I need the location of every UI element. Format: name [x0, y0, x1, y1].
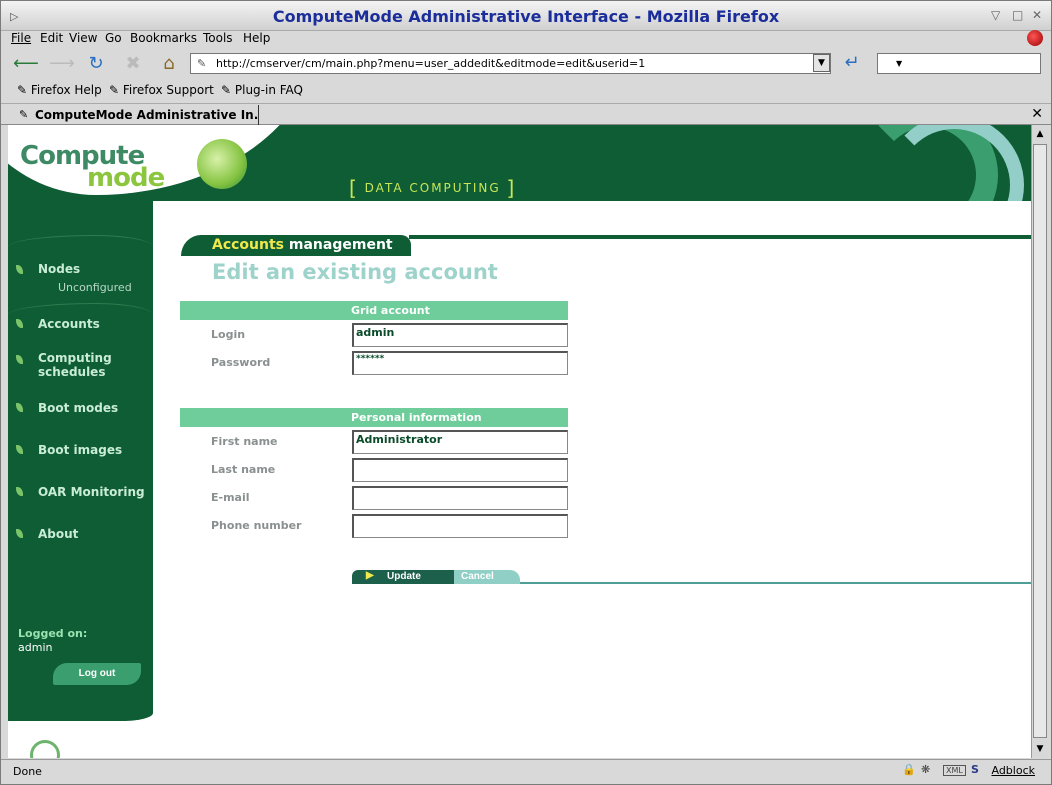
menu-file[interactable]: File — [11, 31, 31, 45]
computing-leaf-icon — [16, 355, 23, 364]
menu-view[interactable]: View — [69, 31, 97, 45]
navigation-toolbar: ⟵ ⟶ ↻ ✖ ⌂ ✎ http://cmserver/cm/main.php?… — [1, 50, 1051, 78]
sidebar-item-nodes[interactable]: Nodes — [38, 262, 80, 276]
home-icon[interactable]: ⌂ — [157, 52, 181, 76]
close-window-icon[interactable]: ✕ — [1032, 8, 1042, 22]
section-header: Accounts management — [181, 235, 1031, 256]
firefox-throbber-icon — [1027, 30, 1043, 46]
phone-field[interactable] — [352, 514, 568, 538]
last-name-field[interactable] — [352, 458, 568, 482]
last-name-label: Last name — [211, 463, 276, 476]
sidebar-item-boot-images[interactable]: Boot images — [38, 443, 122, 457]
sidebar-item-about[interactable]: About — [38, 527, 78, 541]
main-content: Accounts management Edit an existing acc… — [153, 201, 1031, 758]
plugin-icon: ❋ — [921, 763, 931, 776]
bootmodes-leaf-icon — [16, 403, 23, 412]
window-title: ComputeMode Administrative Interface - M… — [272, 7, 780, 26]
menu-tools[interactable]: Tools — [203, 31, 233, 45]
back-icon[interactable]: ⟵ — [13, 52, 39, 76]
bookmark-firefox-help[interactable]: ✎ Firefox Help — [17, 83, 102, 97]
email-label: E-mail — [211, 491, 250, 504]
first-name-label: First name — [211, 435, 278, 448]
address-dropdown-icon[interactable]: ▼ — [813, 54, 830, 72]
page-viewport: Compute mode [ DATA COMPUTING ] Nodes Un… — [8, 125, 1031, 758]
page-title: Edit an existing account — [212, 260, 498, 284]
search-input[interactable]: ▼ — [877, 53, 1041, 74]
password-field[interactable]: ****** — [352, 351, 568, 375]
personal-info-header: Personal information — [180, 408, 568, 427]
page-icon: ✎ — [197, 57, 207, 70]
adblock-link[interactable]: Adblock — [991, 764, 1035, 777]
tab-page-icon: ✎ — [19, 108, 29, 121]
form-button-bar: Cancel ▶ Update — [352, 570, 1031, 584]
go-icon[interactable]: ↵ — [839, 52, 865, 76]
sidebar-item-schedules[interactable]: schedules — [38, 365, 105, 379]
email-field[interactable] — [352, 486, 568, 510]
stop-icon[interactable]: ✖ — [121, 52, 145, 76]
logged-on-label: Logged on: — [18, 627, 88, 640]
first-name-field[interactable]: Administrator — [352, 430, 568, 454]
status-bar: Done 🔒 ❋ XML S Adblock — [1, 759, 1051, 784]
s-icon: S — [971, 763, 979, 776]
menu-edit[interactable]: Edit — [40, 31, 63, 45]
close-tab-icon[interactable]: ✕ — [1031, 106, 1043, 122]
title-bar: ▷ ComputeMode Administrative Interface -… — [1, 1, 1051, 31]
password-label: Password — [211, 356, 271, 369]
forward-icon[interactable]: ⟶ — [49, 52, 75, 76]
xml-icon: XML — [943, 765, 966, 776]
menu-go[interactable]: Go — [105, 31, 122, 45]
address-bar[interactable]: ✎ http://cmserver/cm/main.php?menu=user_… — [190, 53, 831, 74]
sidebar-item-unconfigured[interactable]: Unconfigured — [58, 281, 132, 295]
brand-mode: mode — [87, 163, 165, 193]
accounts-leaf-icon — [16, 319, 23, 328]
status-text: Done — [13, 765, 42, 778]
login-label: Login — [211, 328, 246, 341]
tab-bar: ✎ ComputeMode Administrative In... ✕ — [1, 103, 1051, 125]
menu-bookmarks[interactable]: Bookmarks — [130, 31, 197, 45]
about-leaf-icon — [16, 529, 23, 538]
bootimages-leaf-icon — [16, 445, 23, 454]
scroll-thumb[interactable] — [1033, 144, 1047, 738]
sidebar-item-oar-monitoring[interactable]: OAR Monitoring — [38, 485, 145, 499]
update-button[interactable]: ▶ Update — [352, 570, 454, 584]
lock-icon: 🔒 — [902, 763, 916, 776]
search-engine-icon[interactable]: ▼ — [896, 59, 902, 68]
footer-logo-icon — [30, 740, 60, 758]
reload-icon[interactable]: ↻ — [84, 52, 108, 76]
site-header: Compute mode [ DATA COMPUTING ] — [8, 125, 1031, 255]
vertical-scrollbar[interactable]: ▲ ▼ — [1031, 125, 1048, 758]
scroll-up-icon[interactable]: ▲ — [1033, 126, 1047, 142]
oar-leaf-icon — [16, 487, 23, 496]
tab-computemode[interactable]: ✎ ComputeMode Administrative In... — [9, 105, 259, 125]
logged-user: admin — [18, 641, 53, 654]
login-field[interactable]: admin — [352, 323, 568, 347]
section-header-line — [409, 235, 1031, 239]
menu-bar: File Edit View Go Bookmarks Tools Help — [1, 30, 1051, 49]
address-url: http://cmserver/cm/main.php?menu=user_ad… — [216, 57, 646, 70]
bookmarks-toolbar: ✎ Firefox Help ✎ Firefox Support ✎ Plug-… — [1, 79, 1051, 101]
play-arrow-icon: ▶ — [366, 570, 374, 581]
section-title: Accounts management — [212, 237, 393, 253]
logout-button[interactable]: Log out — [53, 663, 141, 685]
tagline: [ DATA COMPUTING ] — [349, 176, 517, 200]
sidebar: Nodes Unconfigured Accounts Computing sc… — [8, 201, 153, 721]
nodes-leaf-icon — [16, 265, 23, 274]
maximize-icon[interactable]: □ — [1012, 8, 1023, 22]
sidebar-item-computing[interactable]: Computing — [38, 351, 112, 365]
scroll-down-icon[interactable]: ▼ — [1033, 741, 1047, 757]
tab-title: ComputeMode Administrative In... — [35, 108, 259, 122]
bookmark-plugin-faq[interactable]: ✎ Plug-in FAQ — [221, 83, 303, 97]
sidebar-curve — [8, 235, 153, 247]
sidebar-curve — [8, 303, 153, 315]
menu-help[interactable]: Help — [243, 31, 270, 45]
bookmark-firefox-support[interactable]: ✎ Firefox Support — [109, 83, 214, 97]
sidebar-item-accounts[interactable]: Accounts — [38, 317, 100, 331]
phone-label: Phone number — [211, 519, 302, 532]
grid-account-header: Grid account — [180, 301, 568, 320]
minimize-icon[interactable]: ▽ — [991, 8, 1000, 22]
sidebar-item-boot-modes[interactable]: Boot modes — [38, 401, 118, 415]
globe-logo-icon — [197, 139, 247, 189]
browser-window: ▷ ComputeMode Administrative Interface -… — [0, 0, 1052, 785]
